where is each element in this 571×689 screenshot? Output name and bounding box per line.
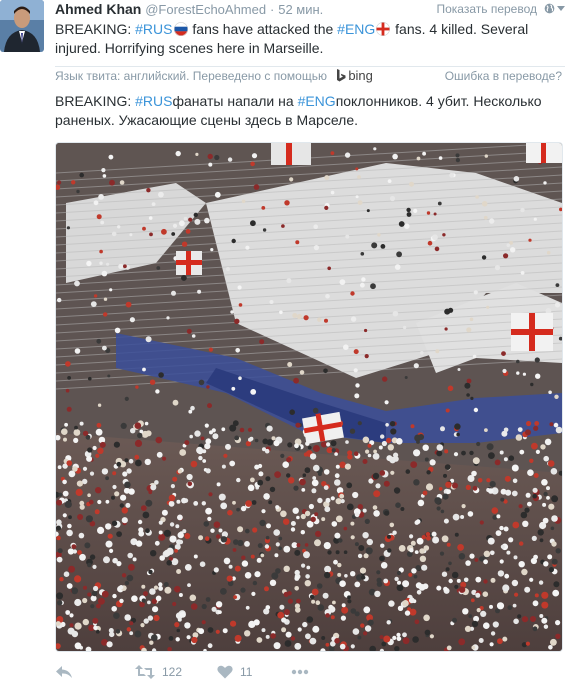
author-handle[interactable]: @ForestEchoAhmed	[145, 2, 266, 17]
bing-provider[interactable]: bing	[348, 68, 373, 83]
reply-icon	[56, 665, 72, 678]
tweet-timestamp[interactable]: 52 мин.	[278, 2, 323, 17]
separator-dot: ·	[269, 2, 275, 17]
retweet-icon	[135, 664, 155, 679]
reply-button[interactable]	[55, 660, 73, 682]
more-button[interactable]	[291, 660, 309, 682]
hashtag-rus-translated[interactable]: #RUS	[135, 93, 172, 109]
author-name[interactable]: Ahmed Khan	[55, 1, 141, 17]
caret-down-icon[interactable]	[557, 6, 565, 11]
globe-icon[interactable]	[544, 3, 555, 14]
retweet-count: 122	[162, 664, 183, 679]
translation-error-link[interactable]: Ошибка в переводе?	[445, 67, 562, 85]
translation-info-bar: Язык твита: английский. Переведено с пом…	[55, 66, 565, 85]
retweet-button[interactable]: 122	[135, 660, 182, 682]
tweet-text: BREAKING: #RUS fans have attacked the #E…	[55, 20, 565, 58]
russia-flag-icon	[173, 22, 188, 36]
more-icon	[291, 669, 309, 675]
avatar[interactable]	[0, 0, 44, 52]
like-count: 11	[240, 664, 253, 679]
tweet-photo[interactable]	[55, 142, 563, 652]
hashtag-rus[interactable]: #RUS	[135, 21, 172, 37]
show-translation-link[interactable]: Показать перевод	[436, 0, 537, 18]
tweet-text-part: fans have attacked the	[188, 21, 338, 37]
hashtag-eng-translated[interactable]: #ENG	[298, 93, 336, 109]
tweet-actions: 122 11	[55, 660, 565, 684]
translation-language-label: Язык твита: английский. Переведено с пом…	[55, 69, 327, 83]
tweet-header: Ahmed Khan @ForestEchoAhmed · 52 мин. По…	[55, 0, 565, 18]
hashtag-eng[interactable]: #ENG	[337, 21, 375, 37]
england-flag-icon	[376, 22, 391, 36]
translated-text: BREAKING: #RUSфанаты напали на #ENGпокло…	[55, 92, 565, 130]
translated-text-part: BREAKING:	[55, 93, 136, 109]
like-button[interactable]: 11	[217, 660, 252, 682]
bing-logo-icon	[337, 69, 346, 82]
tweet-text-part: BREAKING:	[55, 21, 136, 37]
translated-text-part: фанаты напали на	[172, 93, 298, 109]
like-icon	[217, 665, 233, 679]
